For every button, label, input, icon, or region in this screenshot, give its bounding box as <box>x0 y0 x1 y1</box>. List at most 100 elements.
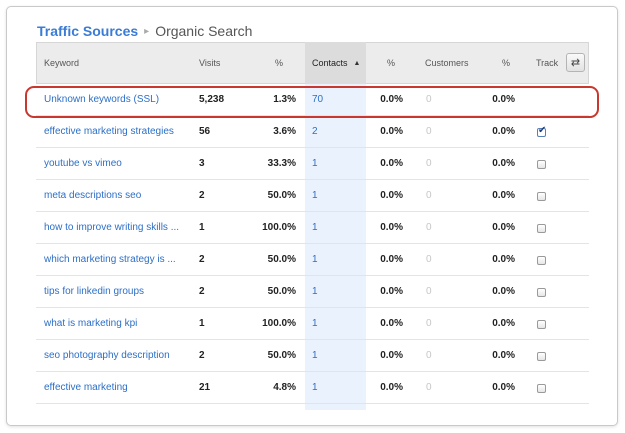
track-checkbox[interactable] <box>537 256 546 265</box>
contacts-link[interactable]: 1 <box>312 308 318 340</box>
breadcrumb-traffic-sources-link[interactable]: Traffic Sources <box>37 23 138 39</box>
keyword-link[interactable]: how to improve writing skills ... <box>44 212 194 244</box>
visits-value: 2 <box>199 190 205 201</box>
visits-value: 56 <box>199 126 211 137</box>
breadcrumb-current: Organic Search <box>155 23 253 39</box>
visits-pct-value: 3.6% <box>273 126 296 137</box>
track-checkbox[interactable] <box>537 352 546 361</box>
track-checkbox[interactable] <box>537 192 546 201</box>
visits-value: 1 <box>199 222 205 233</box>
header-customers[interactable]: Customers <box>425 42 469 84</box>
customers-value: 0 <box>426 222 432 233</box>
customers-pct-value: 0.0% <box>492 350 515 361</box>
table-row: Unknown keywords (SSL) 5,238 1.3% 70 0.0% 0 0.… <box>36 84 589 116</box>
visits-value: 2 <box>199 350 205 361</box>
contacts-pct-value: 0.0% <box>380 190 403 201</box>
contacts-link[interactable]: 70 <box>312 84 323 116</box>
customers-pct-value: 0.0% <box>492 222 515 233</box>
table-row: meta descriptions seo 2 50.0% 1 0.0% 0 0.0% <box>36 180 589 212</box>
customers-pct-value: 0.0% <box>492 158 515 169</box>
track-checkbox[interactable] <box>537 125 546 137</box>
header-contacts-label: Contacts <box>312 58 348 68</box>
customers-value: 0 <box>426 126 432 137</box>
track-checkbox[interactable] <box>537 320 546 329</box>
header-visits[interactable]: Visits <box>199 42 220 84</box>
header-contacts-pct[interactable]: % <box>387 42 395 84</box>
header-contacts[interactable]: Contacts ▲ <box>312 42 360 84</box>
header-customers-pct[interactable]: % <box>502 42 510 84</box>
customers-value: 0 <box>426 94 432 105</box>
keyword-link[interactable]: effective marketing <box>44 372 194 404</box>
contacts-pct-value: 0.0% <box>380 254 403 265</box>
customers-pct-value: 0.0% <box>492 126 515 137</box>
visits-value: 1 <box>199 318 205 329</box>
keyword-link[interactable]: meta descriptions seo <box>44 180 194 212</box>
visits-pct-value: 50.0% <box>267 254 296 265</box>
sort-ascending-icon: ▲ <box>353 60 361 67</box>
contacts-pct-value: 0.0% <box>380 158 403 169</box>
contacts-pct-value: 0.0% <box>380 318 403 329</box>
contacts-pct-value: 0.0% <box>380 94 403 105</box>
contacts-link[interactable]: 1 <box>312 212 318 244</box>
visits-pct-value: 50.0% <box>267 350 296 361</box>
customers-value: 0 <box>426 318 432 329</box>
contacts-link[interactable]: 2 <box>312 116 318 148</box>
contacts-link[interactable]: 1 <box>312 244 318 276</box>
visits-pct-value: 50.0% <box>267 286 296 297</box>
contacts-pct-value: 0.0% <box>380 350 403 361</box>
contacts-link[interactable]: 1 <box>312 180 318 212</box>
breadcrumb: Traffic Sources ▸ Organic Search <box>37 21 252 41</box>
keyword-link[interactable]: tips for linkedin groups <box>44 276 194 308</box>
contacts-link[interactable]: 1 <box>312 372 318 404</box>
visits-value: 2 <box>199 254 205 265</box>
breadcrumb-separator-icon: ▸ <box>144 25 150 37</box>
visits-pct-value: 50.0% <box>267 190 296 201</box>
customers-pct-value: 0.0% <box>492 94 515 105</box>
keyword-link[interactable]: Unknown keywords (SSL) <box>44 84 194 116</box>
visits-value: 21 <box>199 382 211 393</box>
contacts-link[interactable]: 1 <box>312 148 318 180</box>
track-checkbox[interactable] <box>537 288 546 297</box>
contacts-pct-value: 0.0% <box>380 382 403 393</box>
customers-pct-value: 0.0% <box>492 190 515 201</box>
table-row: effective marketing strategies 56 3.6% 2 0.0… <box>36 116 589 148</box>
visits-pct-value: 1.3% <box>273 94 296 105</box>
table-row: tips for linkedin groups 2 50.0% 1 0.0% 0 0.0% <box>36 276 589 308</box>
table-row: how to improve writing skills ... 1 100.0%… <box>36 212 589 244</box>
customers-value: 0 <box>426 382 432 393</box>
track-checkbox[interactable] <box>537 160 546 169</box>
keyword-link[interactable]: which marketing strategy is ... <box>44 244 194 276</box>
visits-value: 3 <box>199 158 205 169</box>
customers-pct-value: 0.0% <box>492 254 515 265</box>
visits-pct-value: 100.0% <box>262 318 296 329</box>
customers-pct-value: 0.0% <box>492 382 515 393</box>
keywords-table: Keyword Visits % Contacts ▲ % Customers %… <box>36 42 589 410</box>
visits-value: 5,238 <box>199 94 225 105</box>
contacts-pct-value: 0.0% <box>380 222 403 233</box>
keyword-link[interactable]: youtube vs vimeo <box>44 148 194 180</box>
visits-pct-value: 100.0% <box>262 222 296 233</box>
table-row: seo photography description 2 50.0% 1 0.0% 0 0… <box>36 340 589 372</box>
table-row: what is marketing kpi 1 100.0% 1 0.0% 0 0.0% <box>36 308 589 340</box>
keyword-link[interactable]: effective marketing strategies <box>44 116 194 148</box>
track-checkbox[interactable] <box>537 384 546 393</box>
header-track[interactable]: Track <box>536 42 558 84</box>
visits-value: 2 <box>199 286 205 297</box>
header-keyword[interactable]: Keyword <box>44 42 79 84</box>
keyword-link[interactable]: seo photography description <box>44 340 194 372</box>
customers-pct-value: 0.0% <box>492 286 515 297</box>
customers-value: 0 <box>426 286 432 297</box>
visits-pct-value: 4.8% <box>273 382 296 393</box>
header-visits-pct[interactable]: % <box>275 42 283 84</box>
table-row: effective marketing 21 4.8% 1 0.0% 0 0.0% <box>36 372 589 404</box>
table-row: which marketing strategy is ... 2 50.0% 1 0.… <box>36 244 589 276</box>
swap-arrows-glyph: ⇄ <box>570 57 581 69</box>
customers-value: 0 <box>426 254 432 265</box>
contacts-link[interactable]: 1 <box>312 276 318 308</box>
swap-columns-icon[interactable]: ⇄ <box>566 53 585 72</box>
contacts-pct-value: 0.0% <box>380 286 403 297</box>
contacts-pct-value: 0.0% <box>380 126 403 137</box>
keyword-link[interactable]: what is marketing kpi <box>44 308 194 340</box>
contacts-link[interactable]: 1 <box>312 340 318 372</box>
track-checkbox[interactable] <box>537 224 546 233</box>
